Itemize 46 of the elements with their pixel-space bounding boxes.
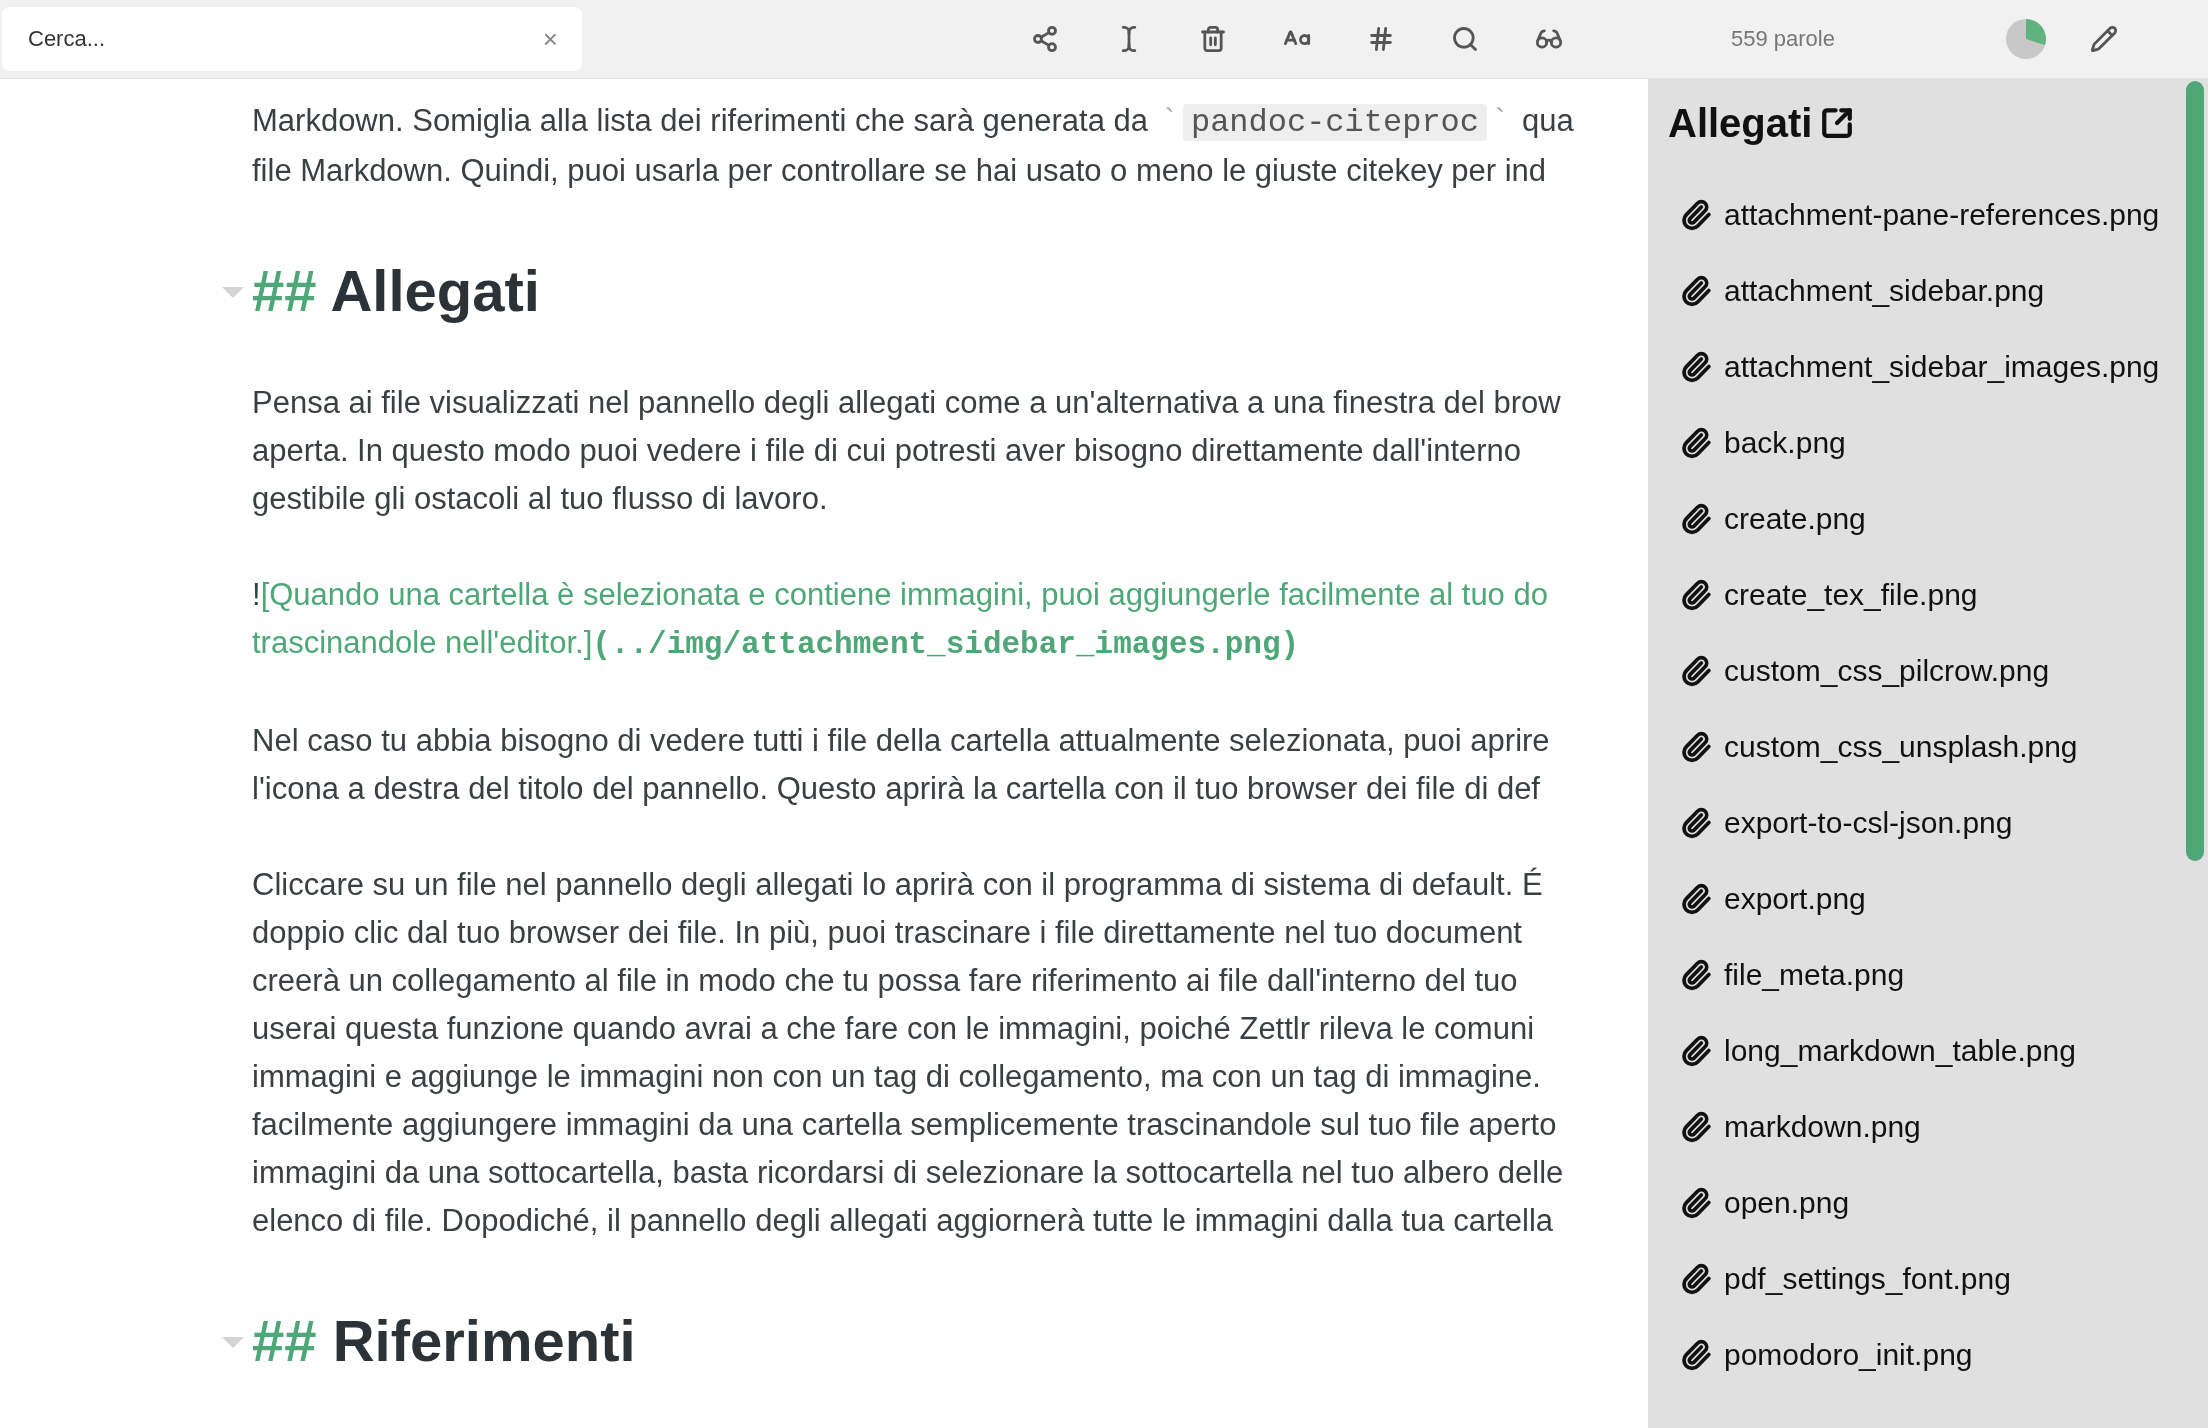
search-field[interactable]: Cerca... × (2, 7, 582, 71)
paperclip-icon (1680, 807, 1712, 839)
file-item[interactable]: custom_css_unsplash.png (1724, 730, 2078, 764)
file-item[interactable]: attachment_sidebar.png (1724, 274, 2045, 308)
file-item[interactable]: open.png (1724, 1186, 1850, 1220)
paperclip-icon (1680, 1339, 1712, 1371)
paragraph: Cliccare su un file nel pannello degli allegati lo aprirà con il programma di sistema di default. É doppio clic dal tuo browser dei file. In più, puoi trascinare i file direttamente nel tuo document creerà un collegamento al file in modo che tu possa fare riferimento ai file dall'interno del tuo userai questa funzione quando avrai a che fare con le immagini, poiché Zettlr rileva le comuni immagini e aggiunge le immagini non con un tag di collegamento, ma con un tag di immagine. facilmente aggiungere immagini da una cartella semplicemente trascinandole sul tuo file aperto immagini da una sottocartella, basta ricordarsi di selezionare la sottocartella nel tuo albero delle elenco di file. Dopodiché, il pannello degli allegati aggiornerà tutte le immagini dalla tua cartella (252, 866, 1564, 1240)
paperclip-icon (1680, 579, 1712, 611)
word-count: 559 parole (1731, 26, 1835, 52)
paperclip-icon (1680, 1263, 1712, 1295)
progress-pie-icon (2005, 18, 2047, 60)
panel-title: Allegati (1668, 100, 1813, 146)
file-item[interactable]: create_tex_file.png (1724, 578, 1978, 612)
file-item[interactable]: custom_css_pilcrow.png (1724, 654, 2050, 688)
paperclip-icon (1680, 1187, 1712, 1219)
paperclip-icon (1680, 959, 1712, 991)
paperclip-icon (1680, 883, 1712, 915)
file-item[interactable]: long_markdown_table.png (1724, 1034, 2076, 1068)
paragraph: Markdown. Somiglia alla lista dei riferimenti che sarà generata da ` pandoc-citeproc ` qua file Markdown. Quindi, puoi usarla per controllare se hai usato o meno le giuste citekey per ind (252, 102, 1574, 190)
paperclip-icon (1680, 503, 1712, 535)
paragraph: Pensa ai file visualizzati nel pannello degli allegati come a un'alternativa a una finestra del brow aperta. In questo modo puoi vedere i file di cui potresti aver bisogno direttamente dall'interno gestibile gli ostacoli al tuo flusso di lavoro. (252, 384, 1561, 518)
paperclip-icon (1680, 1035, 1712, 1067)
paperclip-icon (1680, 427, 1712, 459)
file-item[interactable]: back.png (1724, 426, 1846, 460)
clear-button[interactable]: × (538, 23, 562, 55)
section-heading: ## Allegati (252, 251, 540, 331)
file-item[interactable]: attachment-pane-references.png (1724, 198, 2160, 232)
paperclip-icon (1680, 275, 1712, 307)
file-item[interactable]: pomodoro_init.png (1724, 1338, 1973, 1372)
file-item[interactable]: export-to-csl-json.png (1724, 806, 2013, 840)
paperclip-icon (1680, 655, 1712, 687)
scrollbar-thumb[interactable] (2186, 81, 2204, 861)
file-item[interactable]: create.png (1724, 502, 1866, 536)
paperclip-icon (1680, 731, 1712, 763)
paperclip-icon (1680, 351, 1712, 383)
file-item[interactable]: attachment_sidebar_images.png (1724, 350, 2160, 384)
paperclip-icon (1680, 1111, 1712, 1143)
section-heading: ## Riferimenti (252, 1301, 636, 1381)
paragraph: Nel caso tu abbia bisogno di vedere tutti i file della cartella attualmente selezionata, puoi aprire l'icona a destra del titolo del pannello. Questo aprirà la cartella con il tuo browser dei file di def (252, 722, 1550, 808)
file-item[interactable]: file_meta.png (1724, 958, 1905, 992)
open-external-icon[interactable] (1820, 106, 1855, 140)
paragraph: ![Quando una cartella è selezionata e contiene immagini, puoi aggiungerle facilmente al tuo do trascinandole nell'editor.](../img/attachment_sidebar_images.png) (252, 576, 1548, 664)
file-item[interactable]: pdf_settings_font.png (1724, 1262, 2011, 1296)
file-item[interactable]: export.png (1724, 882, 1866, 916)
file-item[interactable]: markdown.png (1724, 1110, 1921, 1144)
paperclip-icon (1680, 199, 1712, 231)
